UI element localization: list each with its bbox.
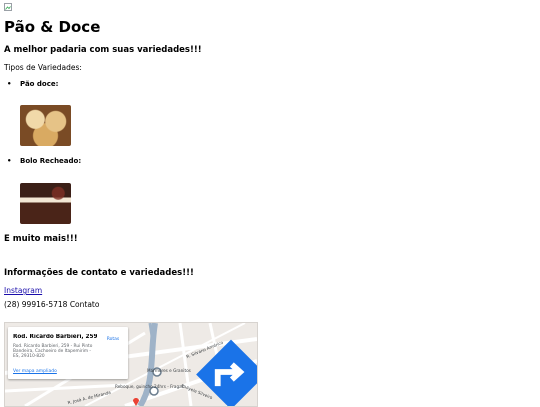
list-item-bolo-recheado: Bolo Recheado: — [7, 157, 82, 165]
embedded-map[interactable]: Mármores e Granitos Reboque, guincho 24h… — [4, 322, 258, 407]
bolo-recheado-image — [20, 183, 71, 224]
more-text: E muito mais!!! — [4, 234, 78, 244]
instagram-link[interactable]: Instagram — [4, 286, 42, 295]
tagline: A melhor padaria com suas variedades!!! — [4, 45, 202, 55]
list-item-pao-doce: Pão doce: — [7, 80, 59, 88]
page-title: Pão & Doce — [4, 18, 101, 36]
varieties-label: Tipos de Variedades: — [4, 63, 82, 72]
place-title: Rod. Ricardo Barbieri, 259 - R... — [13, 334, 97, 340]
route-button[interactable]: Rotas — [105, 333, 257, 406]
variety-name: Pão doce: — [20, 80, 59, 88]
contact-title: Informações de contato e variedades!!! — [4, 268, 194, 278]
variety-name: Bolo Recheado: — [20, 157, 82, 165]
place-address: Rod. Ricardo Barbieri, 259 - Rui Pinto B… — [13, 344, 93, 359]
place-card: Rod. Ricardo Barbieri, 259 - R... Rod. R… — [8, 327, 257, 406]
view-larger-map-link[interactable]: Ver mapa ampliado — [13, 369, 57, 374]
pao-doce-image — [20, 105, 71, 146]
directions-icon — [196, 339, 257, 406]
phone-contact: (28) 99916-5718 Contato — [4, 300, 100, 309]
broken-image-icon — [4, 3, 12, 11]
